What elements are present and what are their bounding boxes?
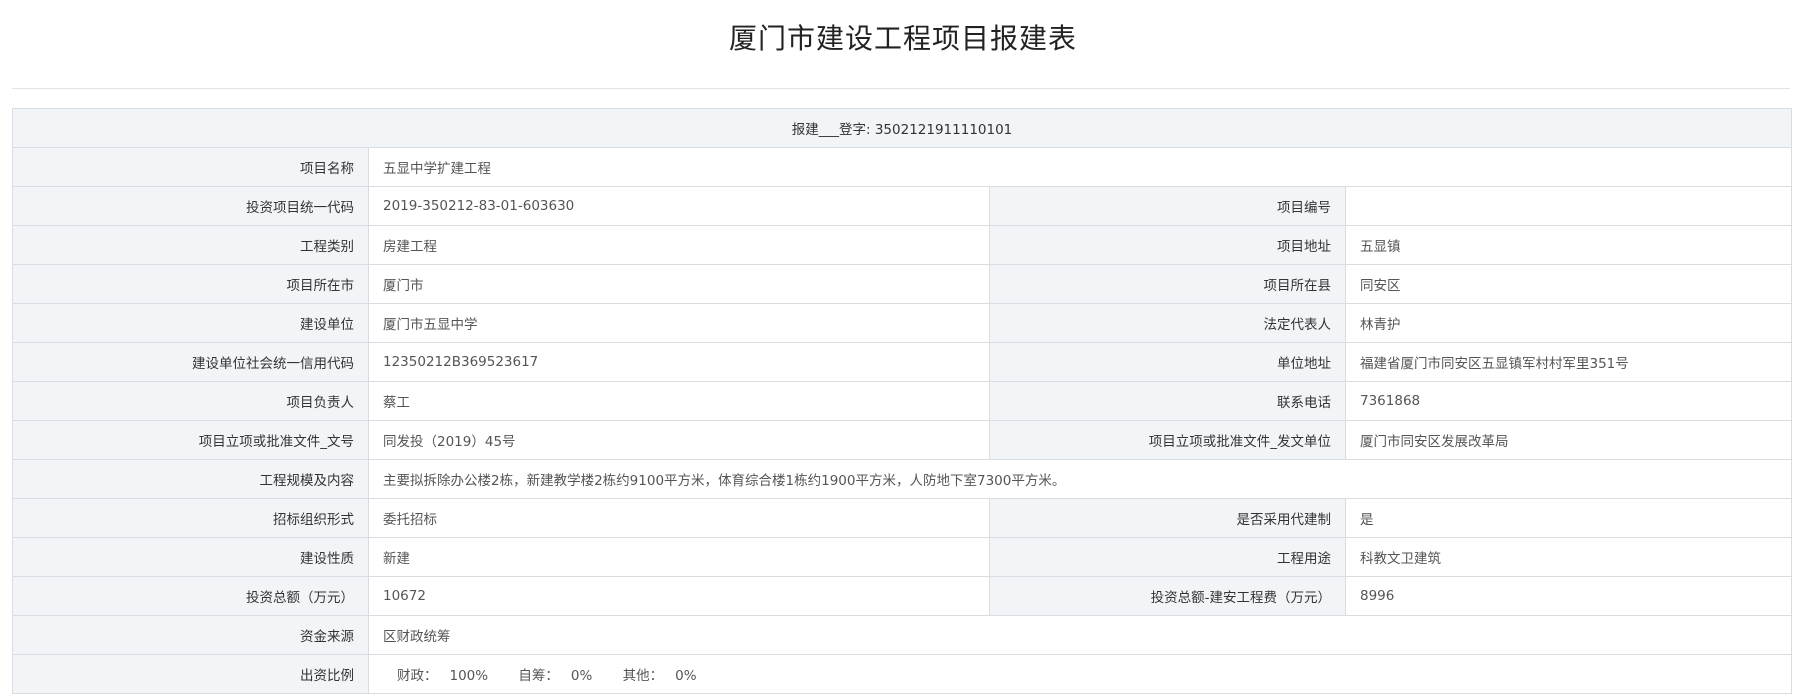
project-name-label: 项目名称 (12, 147, 369, 187)
ratio-other-label: 其他： (622, 668, 664, 684)
credit-code-value: 12350212B369523617 (368, 342, 990, 382)
fund-source-value: 区财政统筹 (367, 615, 1793, 655)
funding-ratio-value: 财政： 100% 自筹： 0% 其他： 0% (367, 654, 1793, 694)
ratio-finance-label: 财政： (397, 668, 438, 684)
project-scale-value: 主要拟拆除办公楼2栋，新建教学楼2栋约9100平方米，体育综合楼1栋约1900平… (367, 459, 1793, 499)
table-row: 建设单位 厦门市五显中学 法定代表人 林青护 (12, 303, 1793, 343)
table-row: 工程规模及内容 主要拟拆除办公楼2栋，新建教学楼2栋约9100平方米，体育综合楼… (12, 459, 1793, 499)
tender-form-value: 委托招标 (368, 498, 990, 538)
project-scale-label: 工程规模及内容 (12, 459, 369, 499)
project-name-value: 五显中学扩建工程 (367, 147, 1793, 187)
agent-construction-label: 是否采用代建制 (989, 498, 1346, 538)
funding-ratio-label: 出资比例 (12, 654, 369, 694)
project-number-label: 项目编号 (989, 186, 1346, 226)
registration-number-header: 报建___登字: 3502121911110101 (11, 108, 1793, 148)
contact-phone-value: 7361868 (1344, 381, 1793, 421)
agent-construction-value: 是 (1344, 498, 1793, 538)
project-manager-label: 项目负责人 (12, 381, 369, 421)
project-registration-table: 报建___登字: 3502121911110101 项目名称 五显中学扩建工程 … (11, 108, 1793, 694)
table-row: 投资项目统一代码 2019-350212-83-01-603630 项目编号 (12, 186, 1793, 226)
table-row: 报建___登字: 3502121911110101 (11, 108, 1793, 148)
credit-code-label: 建设单位社会统一信用代码 (12, 342, 369, 382)
project-manager-value: 蔡工 (368, 381, 990, 421)
approval-doc-number-value: 同发投（2019）45号 (368, 420, 990, 460)
project-category-value: 房建工程 (368, 225, 990, 265)
construction-unit-label: 建设单位 (12, 303, 369, 343)
project-number-value (1344, 186, 1793, 226)
approval-doc-issuer-value: 厦门市同安区发展改革局 (1344, 420, 1793, 460)
project-county-value: 同安区 (1344, 264, 1793, 304)
total-investment-value: 10672 (368, 576, 990, 616)
investment-code-value: 2019-350212-83-01-603630 (368, 186, 990, 226)
investment-code-label: 投资项目统一代码 (12, 186, 369, 226)
construction-cost-label: 投资总额-建安工程费（万元） (989, 576, 1346, 616)
construction-nature-label: 建设性质 (12, 537, 369, 577)
table-row: 出资比例 财政： 100% 自筹： 0% 其他： 0% (12, 654, 1793, 694)
project-county-label: 项目所在县 (989, 264, 1346, 304)
legal-representative-value: 林青护 (1344, 303, 1793, 343)
table-row: 招标组织形式 委托招标 是否采用代建制 是 (12, 498, 1793, 538)
tender-form-label: 招标组织形式 (12, 498, 369, 538)
table-row: 工程类别 房建工程 项目地址 五显镇 (12, 225, 1793, 265)
project-usage-value: 科教文卫建筑 (1344, 537, 1793, 577)
table-row: 建设单位社会统一信用代码 12350212B369523617 单位地址 福建省… (12, 342, 1793, 382)
contact-phone-label: 联系电话 (989, 381, 1346, 421)
total-investment-label: 投资总额（万元） (12, 576, 369, 616)
project-usage-label: 工程用途 (989, 537, 1346, 577)
ratio-finance: 财政： 100% (397, 664, 488, 684)
ratio-self-label: 自筹： (518, 668, 559, 684)
legal-representative-label: 法定代表人 (989, 303, 1346, 343)
table-row: 项目负责人 蔡工 联系电话 7361868 (12, 381, 1793, 421)
ratio-self-value: 0% (570, 668, 593, 684)
page-title: 厦门市建设工程项目报建表 (728, 22, 1077, 55)
ratio-finance-value: 100% (449, 668, 489, 684)
ratio-self: 自筹： 0% (518, 664, 592, 684)
project-address-label: 项目地址 (989, 225, 1346, 265)
table-row: 建设性质 新建 工程用途 科教文卫建筑 (12, 537, 1793, 577)
project-city-value: 厦门市 (368, 264, 990, 304)
title-divider (12, 88, 1790, 89)
construction-unit-value: 厦门市五显中学 (368, 303, 990, 343)
unit-address-label: 单位地址 (989, 342, 1346, 382)
construction-nature-value: 新建 (368, 537, 990, 577)
table-row: 项目所在市 厦门市 项目所在县 同安区 (12, 264, 1793, 304)
construction-cost-value: 8996 (1344, 576, 1793, 616)
project-category-label: 工程类别 (12, 225, 369, 265)
project-city-label: 项目所在市 (12, 264, 369, 304)
project-address-value: 五显镇 (1344, 225, 1793, 265)
table-row: 项目名称 五显中学扩建工程 (12, 147, 1793, 187)
fund-source-label: 资金来源 (12, 615, 369, 655)
approval-doc-number-label: 项目立项或批准文件_文号 (12, 420, 369, 460)
unit-address-value: 福建省厦门市同安区五显镇军村村军里351号 (1344, 342, 1793, 382)
table-row: 投资总额（万元） 10672 投资总额-建安工程费（万元） 8996 (12, 576, 1793, 616)
table-row: 项目立项或批准文件_文号 同发投（2019）45号 项目立项或批准文件_发文单位… (12, 420, 1793, 460)
approval-doc-issuer-label: 项目立项或批准文件_发文单位 (989, 420, 1346, 460)
ratio-other: 其他： 0% (623, 664, 697, 684)
ratio-other-value: 0% (675, 668, 697, 684)
table-row: 资金来源 区财政统筹 (12, 615, 1793, 655)
